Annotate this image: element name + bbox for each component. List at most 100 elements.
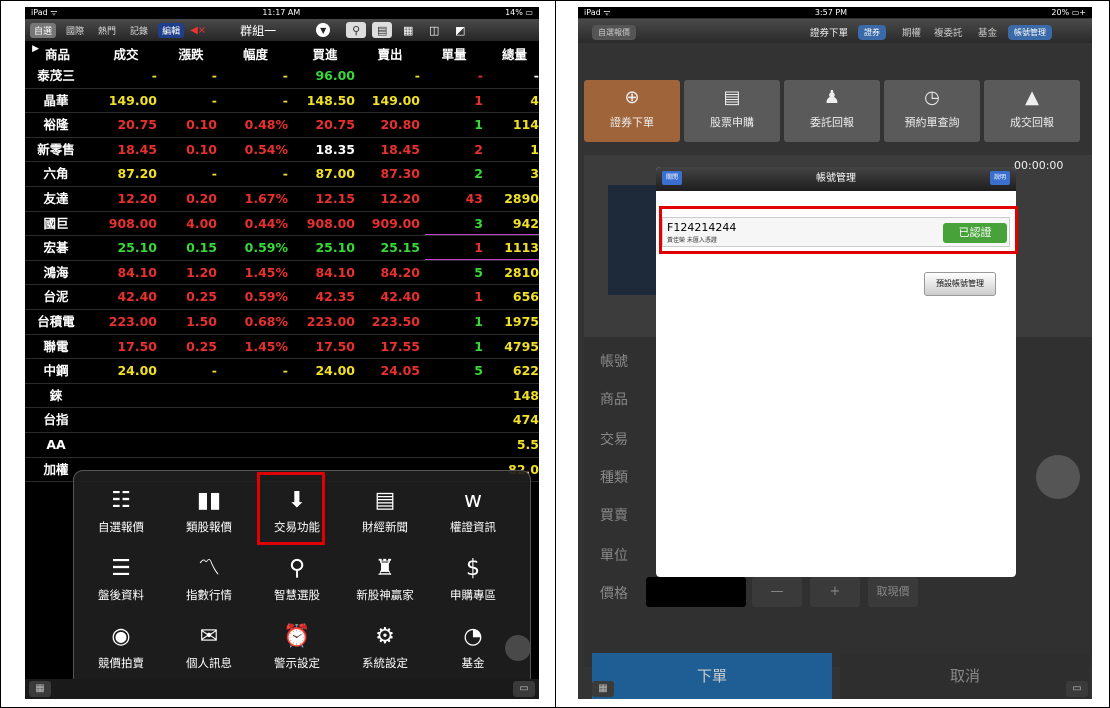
- watchlist-button[interactable]: 自選報價: [592, 25, 636, 40]
- mute-icon[interactable]: ◀×: [190, 25, 206, 36]
- chart-view-icon[interactable]: ◩: [450, 22, 470, 38]
- table-row[interactable]: 裕隆 20.75 0.10 0.48% 20.75 20.80 1 114: [25, 113, 539, 138]
- menu-item-8[interactable]: ♜ 新股神贏家: [344, 551, 426, 617]
- stock-name: 中鋼: [43, 363, 69, 379]
- tab-hot[interactable]: 熱門: [94, 23, 120, 38]
- cancel-button[interactable]: 取消: [840, 653, 1090, 699]
- table-row[interactable]: 六角 87.20 - - 87.00 87.30 2 3: [25, 162, 539, 187]
- table-row[interactable]: 晶華 149.00 - - 148.50 149.00 1 4: [25, 89, 539, 114]
- price-input[interactable]: [646, 577, 746, 607]
- table-row[interactable]: 錸 148: [25, 384, 539, 409]
- grid-view-icon[interactable]: ▦: [398, 22, 418, 38]
- menu-item-7[interactable]: ⚲ 智慧選股: [256, 551, 338, 617]
- keypad-icon[interactable]: ▦: [592, 681, 614, 697]
- menu-icon: ⏰: [283, 624, 311, 649]
- search-icon[interactable]: ⚲: [346, 22, 367, 38]
- table-row[interactable]: 泰茂三 - - - 96.00 - - -: [25, 64, 539, 89]
- cell-bid: 148.50: [306, 92, 355, 108]
- current-price-button[interactable]: 取現價: [868, 577, 918, 607]
- split-view-icon[interactable]: ◫: [424, 22, 444, 38]
- assistive-touch-icon[interactable]: [1036, 455, 1080, 499]
- menu-label: 系統設定: [362, 656, 408, 670]
- table-row[interactable]: 新零售 18.45 0.10 0.54% 18.35 18.45 2 1: [25, 138, 539, 163]
- price-minus-button[interactable]: —: [752, 577, 802, 607]
- tab-securities[interactable]: 證券: [858, 25, 886, 40]
- menu-item-0[interactable]: ☷ 自選報價: [80, 483, 162, 549]
- table-row[interactable]: 鴻海 84.10 1.20 1.45% 84.10 84.20 5 2810: [25, 261, 539, 286]
- table-row[interactable]: 台指 474: [25, 408, 539, 433]
- group-selector[interactable]: 群組一: [240, 22, 310, 39]
- cell-ask: 84.20: [380, 264, 420, 280]
- menu-item-4[interactable]: w 權證資訊: [432, 483, 514, 549]
- quote-toolbar: 自選 國際 熱門 記錄 編輯 ◀× 群組一 ▼ ⚲ ▤ ▦ ◫ ◩: [25, 19, 539, 41]
- table-row[interactable]: 宏碁 25.10 0.15 0.59% 25.10 25.15 1 1113: [25, 236, 539, 261]
- edit-button[interactable]: 編輯: [158, 22, 185, 38]
- tile-4[interactable]: ▲ 成交回報: [984, 80, 1080, 142]
- tab-options[interactable]: 期權: [902, 25, 921, 39]
- assistive-touch-icon[interactable]: [505, 635, 531, 661]
- price-plus-button[interactable]: +: [810, 577, 860, 607]
- label-trade: 交易: [600, 432, 628, 448]
- modal-help-button[interactable]: 說明: [990, 171, 1010, 185]
- menu-item-5[interactable]: ☰ 盤後資料: [80, 551, 162, 617]
- account-manage-button[interactable]: 帳號管理: [1008, 25, 1052, 40]
- menu-item-3[interactable]: ▤ 財經新聞: [344, 483, 426, 549]
- menu-item-12[interactable]: ⏰ 警示設定: [256, 619, 338, 685]
- cell-ask: 223.50: [371, 313, 420, 329]
- table-row[interactable]: 台泥 42.40 0.25 0.59% 42.35 42.40 1 656: [25, 285, 539, 310]
- table-row[interactable]: 聯電 17.50 0.25 1.45% 17.50 17.55 1 4795: [25, 335, 539, 360]
- chevron-down-icon[interactable]: ▼: [316, 23, 331, 37]
- tile-3[interactable]: ◷ 預約單查詢: [884, 80, 980, 142]
- col-total[interactable]: 總量: [490, 44, 539, 63]
- tab-watchlist[interactable]: 自選: [30, 22, 57, 38]
- keypad-icon[interactable]: ▦: [29, 681, 51, 697]
- cell-change: 0.20: [186, 190, 217, 206]
- default-account-button[interactable]: 預設帳號管理: [924, 272, 996, 296]
- table-row[interactable]: 台積電 223.00 1.50 0.68% 223.00 223.50 1 1975: [25, 310, 539, 335]
- col-volume[interactable]: 單量: [425, 44, 483, 63]
- table-row[interactable]: AA 5.5: [25, 433, 539, 458]
- modal-close-button[interactable]: 關閉: [662, 171, 682, 185]
- table-row[interactable]: 中鋼 24.00 - - 24.00 24.05 5 622: [25, 359, 539, 384]
- menu-icon: ⚲: [288, 556, 306, 581]
- cell-percent: 0.59%: [244, 289, 288, 305]
- menu-item-1[interactable]: ▮▮ 類股報價: [168, 483, 250, 549]
- tab-history[interactable]: 記錄: [126, 23, 152, 38]
- table-row[interactable]: 友達 12.20 0.20 1.67% 12.15 12.20 43 2890: [25, 187, 539, 212]
- window-icon[interactable]: ▭: [513, 681, 535, 697]
- tile-1[interactable]: ▤ 股票申購: [684, 80, 780, 142]
- cell-change: 0.25: [186, 338, 217, 354]
- tab-subbrokerage[interactable]: 複委託: [934, 25, 963, 39]
- stock-name: 裕隆: [43, 117, 69, 133]
- col-bid[interactable]: 買進: [295, 44, 355, 63]
- stock-name: 國巨: [43, 215, 69, 231]
- menu-item-14[interactable]: ◔ 基金: [432, 619, 514, 685]
- tile-2[interactable]: ♟ 委託回報: [784, 80, 880, 142]
- menu-label: 類股報價: [186, 520, 232, 534]
- table-row[interactable]: 國巨 908.00 4.00 0.44% 908.00 909.00 3 942: [25, 212, 539, 237]
- menu-item-10[interactable]: ◉ 競價拍賣: [80, 619, 162, 685]
- menu-icon: ◔: [463, 624, 483, 649]
- menu-item-11[interactable]: ✉ 個人訊息: [168, 619, 250, 685]
- tab-international[interactable]: 國際: [62, 23, 88, 38]
- place-order-button[interactable]: 下單: [592, 653, 832, 699]
- col-ask[interactable]: 賣出: [360, 44, 420, 63]
- cell-total: 114: [512, 117, 539, 133]
- menu-item-9[interactable]: $ 申購專區: [432, 551, 514, 617]
- tile-0[interactable]: ⊕ 證券下單: [584, 80, 680, 142]
- col-percent[interactable]: 幅度: [223, 44, 288, 63]
- col-name[interactable]: 商品: [45, 44, 89, 63]
- stock-name: 台積電: [37, 313, 75, 329]
- menu-item-6[interactable]: 〽指數行情: [168, 551, 250, 617]
- tab-fund[interactable]: 基金: [978, 25, 997, 39]
- row-marker-line: [425, 259, 539, 260]
- list-view-icon[interactable]: ▤: [372, 22, 393, 38]
- window-icon[interactable]: ▭: [1066, 681, 1088, 697]
- menu-item-13[interactable]: ⚙ 系統設定: [344, 619, 426, 685]
- cell-total: 148: [512, 387, 539, 403]
- menu-icon: ▤: [374, 488, 396, 513]
- expand-icon[interactable]: ▶: [29, 44, 39, 54]
- col-change[interactable]: 漲跌: [165, 44, 217, 63]
- col-price[interactable]: 成交: [95, 44, 157, 63]
- menu-icon: ☰: [111, 556, 131, 581]
